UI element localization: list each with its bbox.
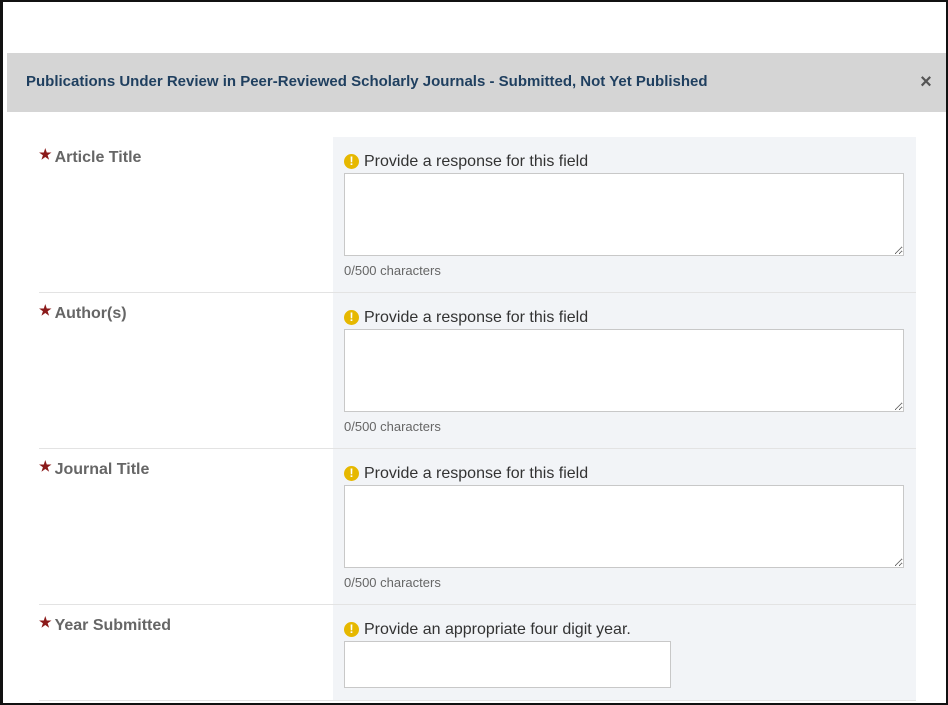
field-label-text: Year Submitted — [54, 617, 172, 634]
journal-title-textarea[interactable] — [344, 485, 904, 568]
character-count: 0/500 characters — [344, 263, 441, 278]
field-input-column: ! Provide an appropriate four digit year. — [333, 605, 916, 700]
character-count: 0/500 characters — [344, 419, 441, 434]
field-warning: ! Provide a response for this field — [344, 465, 588, 483]
field-row-authors: ★ Author(s) ! Provide a response for this … — [39, 293, 916, 449]
close-icon[interactable]: × — [916, 70, 936, 94]
field-warning-text: Provide a response for this field — [364, 465, 589, 482]
field-row-year-submitted: ★ Year Submitted ! Provide an appropriate … — [39, 605, 916, 701]
required-asterisk-icon: ★ — [39, 302, 52, 318]
field-label-text: Journal Title — [54, 461, 150, 478]
field-label: ★ Article Title — [39, 146, 142, 167]
field-label: ★ Author(s) — [39, 302, 127, 323]
exclamation-circle-icon: ! — [344, 466, 359, 481]
required-asterisk-icon: ★ — [39, 146, 52, 162]
field-input-column: ! Provide a response for this field 0/500… — [333, 137, 916, 292]
field-row-article-title: ★ Article Title ! Provide a response for t… — [39, 137, 916, 293]
article-title-textarea[interactable] — [344, 173, 904, 256]
field-warning: ! Provide a response for this field — [344, 309, 588, 327]
field-row-journal-title: ★ Journal Title ! Provide a response for t… — [39, 449, 916, 605]
exclamation-circle-icon: ! — [344, 310, 359, 325]
field-warning-text: Provide a response for this field — [364, 153, 589, 170]
exclamation-circle-icon: ! — [344, 154, 359, 169]
field-label-text: Article Title — [54, 149, 142, 166]
character-count: 0/500 characters — [344, 575, 441, 590]
field-warning-text: Provide an appropriate four digit year. — [364, 621, 631, 638]
exclamation-circle-icon: ! — [344, 622, 359, 637]
field-warning-text: Provide a response for this field — [364, 309, 589, 326]
field-warning: ! Provide an appropriate four digit year. — [344, 621, 631, 639]
dialog-header: Publications Under Review in Peer-Review… — [7, 53, 946, 112]
field-warning: ! Provide a response for this field — [344, 153, 588, 171]
field-input-column: ! Provide a response for this field 0/500… — [333, 293, 916, 448]
field-label: ★ Journal Title — [39, 458, 150, 479]
field-input-column: ! Provide a response for this field 0/500… — [333, 449, 916, 604]
field-label-text: Author(s) — [54, 305, 127, 322]
required-asterisk-icon: ★ — [39, 458, 52, 474]
dialog-frame: Publications Under Review in Peer-Review… — [0, 0, 948, 705]
field-label: ★ Year Submitted — [39, 614, 172, 635]
dialog-title: Publications Under Review in Peer-Review… — [26, 73, 708, 90]
authors-textarea[interactable] — [344, 329, 904, 412]
year-submitted-input[interactable] — [344, 641, 671, 688]
form-body: ★ Article Title ! Provide a response for t… — [3, 112, 946, 703]
required-asterisk-icon: ★ — [39, 614, 52, 630]
